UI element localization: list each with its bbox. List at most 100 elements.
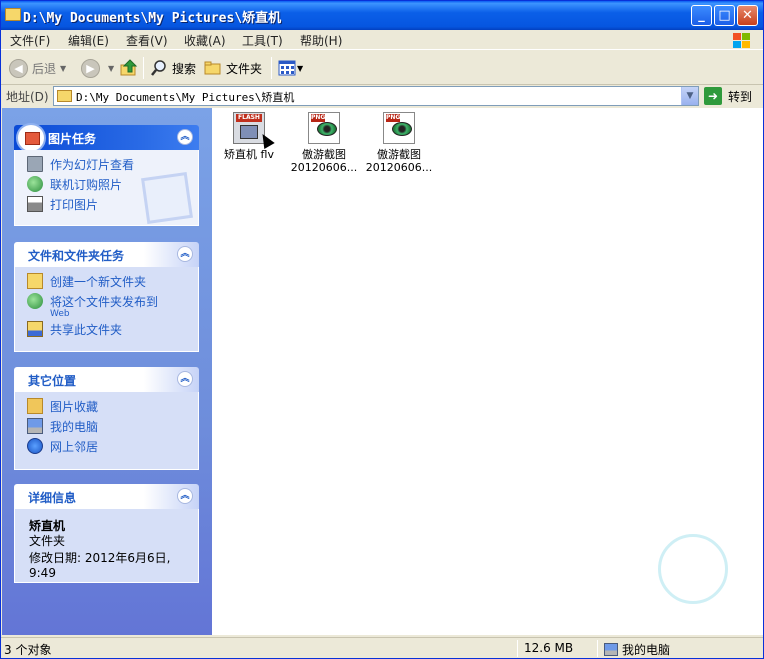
picture-tasks-title: 图片任务 bbox=[48, 132, 97, 146]
file-tasks-header[interactable]: 文件和文件夹任务 ︽ bbox=[14, 242, 199, 267]
file-name: 傲游截图 bbox=[302, 148, 346, 161]
folder-icon bbox=[5, 8, 21, 21]
collapse-chevron-icon[interactable]: ︽ bbox=[177, 129, 193, 145]
my-pictures-label: 图片收藏 bbox=[50, 400, 99, 414]
status-size: 12.6 MB bbox=[524, 641, 574, 655]
my-pictures-icon bbox=[27, 398, 43, 414]
details-body: 矫直机 文件夹 修改日期: 2012年6月6日, 9:49 bbox=[14, 509, 199, 583]
toolbar: ◀ 后退 ▼ ▶ ▼ 搜索 文件夹 ▼ bbox=[1, 51, 763, 85]
file-item-png-2[interactable]: PNG 傲游截图 20120606... bbox=[359, 112, 439, 174]
maximize-button[interactable]: □ bbox=[714, 5, 735, 26]
status-divider bbox=[517, 640, 518, 657]
slideshow-label: 作为幻灯片查看 bbox=[50, 158, 135, 172]
file-tasks-title: 文件和文件夹任务 bbox=[28, 249, 125, 263]
address-dropdown-button[interactable]: ▼ bbox=[681, 87, 698, 105]
views-button[interactable]: ▼ bbox=[278, 56, 303, 80]
folders-button[interactable]: 文件夹 bbox=[204, 56, 262, 80]
file-name-sub: 20120606... bbox=[365, 161, 433, 174]
up-folder-icon bbox=[120, 59, 138, 76]
chevron-down-icon: ▼ bbox=[60, 63, 67, 73]
network-places-link[interactable]: 网上邻居 bbox=[27, 438, 198, 458]
picture-tasks-header[interactable]: 图片任务 ︽ bbox=[14, 123, 199, 153]
share-folder-icon bbox=[27, 321, 43, 337]
forward-button[interactable]: ▶ ▼ bbox=[81, 56, 114, 80]
go-button[interactable]: ➜ 转到 bbox=[704, 86, 752, 106]
order-online-icon bbox=[27, 176, 43, 192]
flash-badge: FLASH bbox=[236, 114, 262, 122]
slideshow-icon bbox=[27, 156, 43, 172]
toolbar-separator bbox=[143, 57, 144, 79]
order-photos-label: 联机订购照片 bbox=[50, 178, 123, 192]
search-icon bbox=[151, 60, 166, 76]
back-arrow-icon: ◀ bbox=[9, 58, 28, 78]
file-item-png-1[interactable]: PNG 傲游截图 20120606... bbox=[284, 112, 364, 174]
back-label: 后退 bbox=[32, 61, 57, 76]
details-panel: 详细信息 ︽ 矫直机 文件夹 修改日期: 2012年6月6日, 9:49 bbox=[14, 484, 199, 583]
menu-tools[interactable]: 工具(T) bbox=[242, 32, 283, 49]
address-input[interactable]: D:\My Documents\My Pictures\矫直机 ▼ bbox=[53, 86, 699, 106]
chevron-down-icon: ▼ bbox=[108, 63, 115, 73]
chevron-down-icon: ▼ bbox=[297, 63, 304, 73]
picture-tasks-panel: 图片任务 ︽ 作为幻灯片查看 联机订购照片 打印图片 bbox=[14, 123, 199, 226]
photo-watermark-icon bbox=[141, 172, 193, 224]
back-button[interactable]: ◀ 后退 ▼ bbox=[9, 56, 66, 80]
status-location: 我的电脑 bbox=[604, 641, 670, 658]
address-path: D:\My Documents\My Pictures\矫直机 bbox=[76, 91, 295, 104]
title-bar: D:\My Documents\My Pictures\矫直机 _ □ ✕ bbox=[1, 1, 763, 30]
share-folder-link[interactable]: 共享此文件夹 bbox=[27, 321, 198, 341]
menu-view[interactable]: 查看(V) bbox=[126, 32, 168, 49]
status-divider bbox=[597, 640, 598, 657]
network-places-label: 网上邻居 bbox=[50, 440, 99, 454]
details-header[interactable]: 详细信息 ︽ bbox=[14, 484, 199, 509]
window-title: D:\My Documents\My Pictures\矫直机 bbox=[23, 11, 282, 26]
file-tasks-panel: 文件和文件夹任务 ︽ 创建一个新文件夹 将这个文件夹发布到 Web 共享此文件夹 bbox=[14, 242, 199, 352]
status-bar: 3 个对象 12.6 MB 我的电脑 bbox=[1, 637, 763, 658]
other-places-body: 图片收藏 我的电脑 网上邻居 bbox=[14, 392, 199, 470]
details-title: 详细信息 bbox=[28, 491, 77, 505]
explorer-window: D:\My Documents\My Pictures\矫直机 _ □ ✕ 文件… bbox=[0, 0, 764, 659]
png-badge: PNG bbox=[311, 114, 326, 122]
network-places-icon bbox=[27, 438, 43, 454]
file-list-view[interactable]: FLASH 矫直机 flv PNG 傲游截图 20120606... PNG 傲… bbox=[212, 108, 763, 635]
close-button[interactable]: ✕ bbox=[737, 5, 758, 26]
picture-tasks-body: 作为幻灯片查看 联机订购照片 打印图片 bbox=[14, 150, 199, 226]
folders-icon bbox=[204, 61, 221, 75]
file-name-sub: 20120606... bbox=[290, 161, 358, 174]
publish-web-link[interactable]: 将这个文件夹发布到 Web bbox=[27, 293, 198, 321]
up-folder-button[interactable] bbox=[119, 56, 139, 80]
publish-web-sub: Web bbox=[50, 309, 70, 319]
file-item-flv[interactable]: FLASH 矫直机 flv bbox=[209, 112, 289, 161]
file-name: 傲游截图 bbox=[377, 148, 421, 161]
menu-file[interactable]: 文件(F) bbox=[10, 32, 50, 49]
collapse-chevron-icon[interactable]: ︽ bbox=[177, 371, 193, 387]
menu-favorites[interactable]: 收藏(A) bbox=[184, 32, 226, 49]
my-pictures-link[interactable]: 图片收藏 bbox=[27, 398, 198, 418]
search-label: 搜索 bbox=[172, 61, 197, 76]
image-viewer-eye-icon bbox=[317, 122, 337, 136]
views-grid-icon bbox=[278, 60, 296, 76]
task-pane: 图片任务 ︽ 作为幻灯片查看 联机订购照片 打印图片 文件和文件夹任务 ︽ 创建… bbox=[2, 108, 212, 635]
my-computer-link[interactable]: 我的电脑 bbox=[27, 418, 198, 438]
go-label: 转到 bbox=[728, 89, 753, 104]
menu-edit[interactable]: 编辑(E) bbox=[68, 32, 109, 49]
details-item-type: 文件夹 bbox=[29, 534, 66, 548]
image-viewer-eye-icon bbox=[392, 122, 412, 136]
mouse-cursor-icon bbox=[257, 130, 275, 150]
publish-web-label: 将这个文件夹发布到 bbox=[50, 295, 159, 309]
png-file-icon: PNG bbox=[383, 112, 415, 144]
picture-tasks-icon bbox=[16, 123, 46, 153]
toolbar-separator bbox=[271, 57, 272, 79]
details-modified-time: 9:49 bbox=[29, 566, 56, 580]
minimize-button[interactable]: _ bbox=[691, 5, 712, 26]
menu-help[interactable]: 帮助(H) bbox=[300, 32, 342, 49]
details-modified-date: 修改日期: 2012年6月6日, bbox=[29, 551, 171, 565]
print-pictures-label: 打印图片 bbox=[50, 198, 99, 212]
other-places-header[interactable]: 其它位置 ︽ bbox=[14, 367, 199, 392]
go-arrow-icon: ➜ bbox=[704, 87, 722, 105]
new-folder-link[interactable]: 创建一个新文件夹 bbox=[27, 273, 198, 293]
search-button[interactable]: 搜索 bbox=[150, 56, 196, 80]
details-item-name: 矫直机 bbox=[29, 519, 66, 533]
my-computer-icon bbox=[27, 418, 43, 434]
collapse-chevron-icon[interactable]: ︽ bbox=[177, 246, 193, 262]
collapse-chevron-icon[interactable]: ︽ bbox=[177, 488, 193, 504]
